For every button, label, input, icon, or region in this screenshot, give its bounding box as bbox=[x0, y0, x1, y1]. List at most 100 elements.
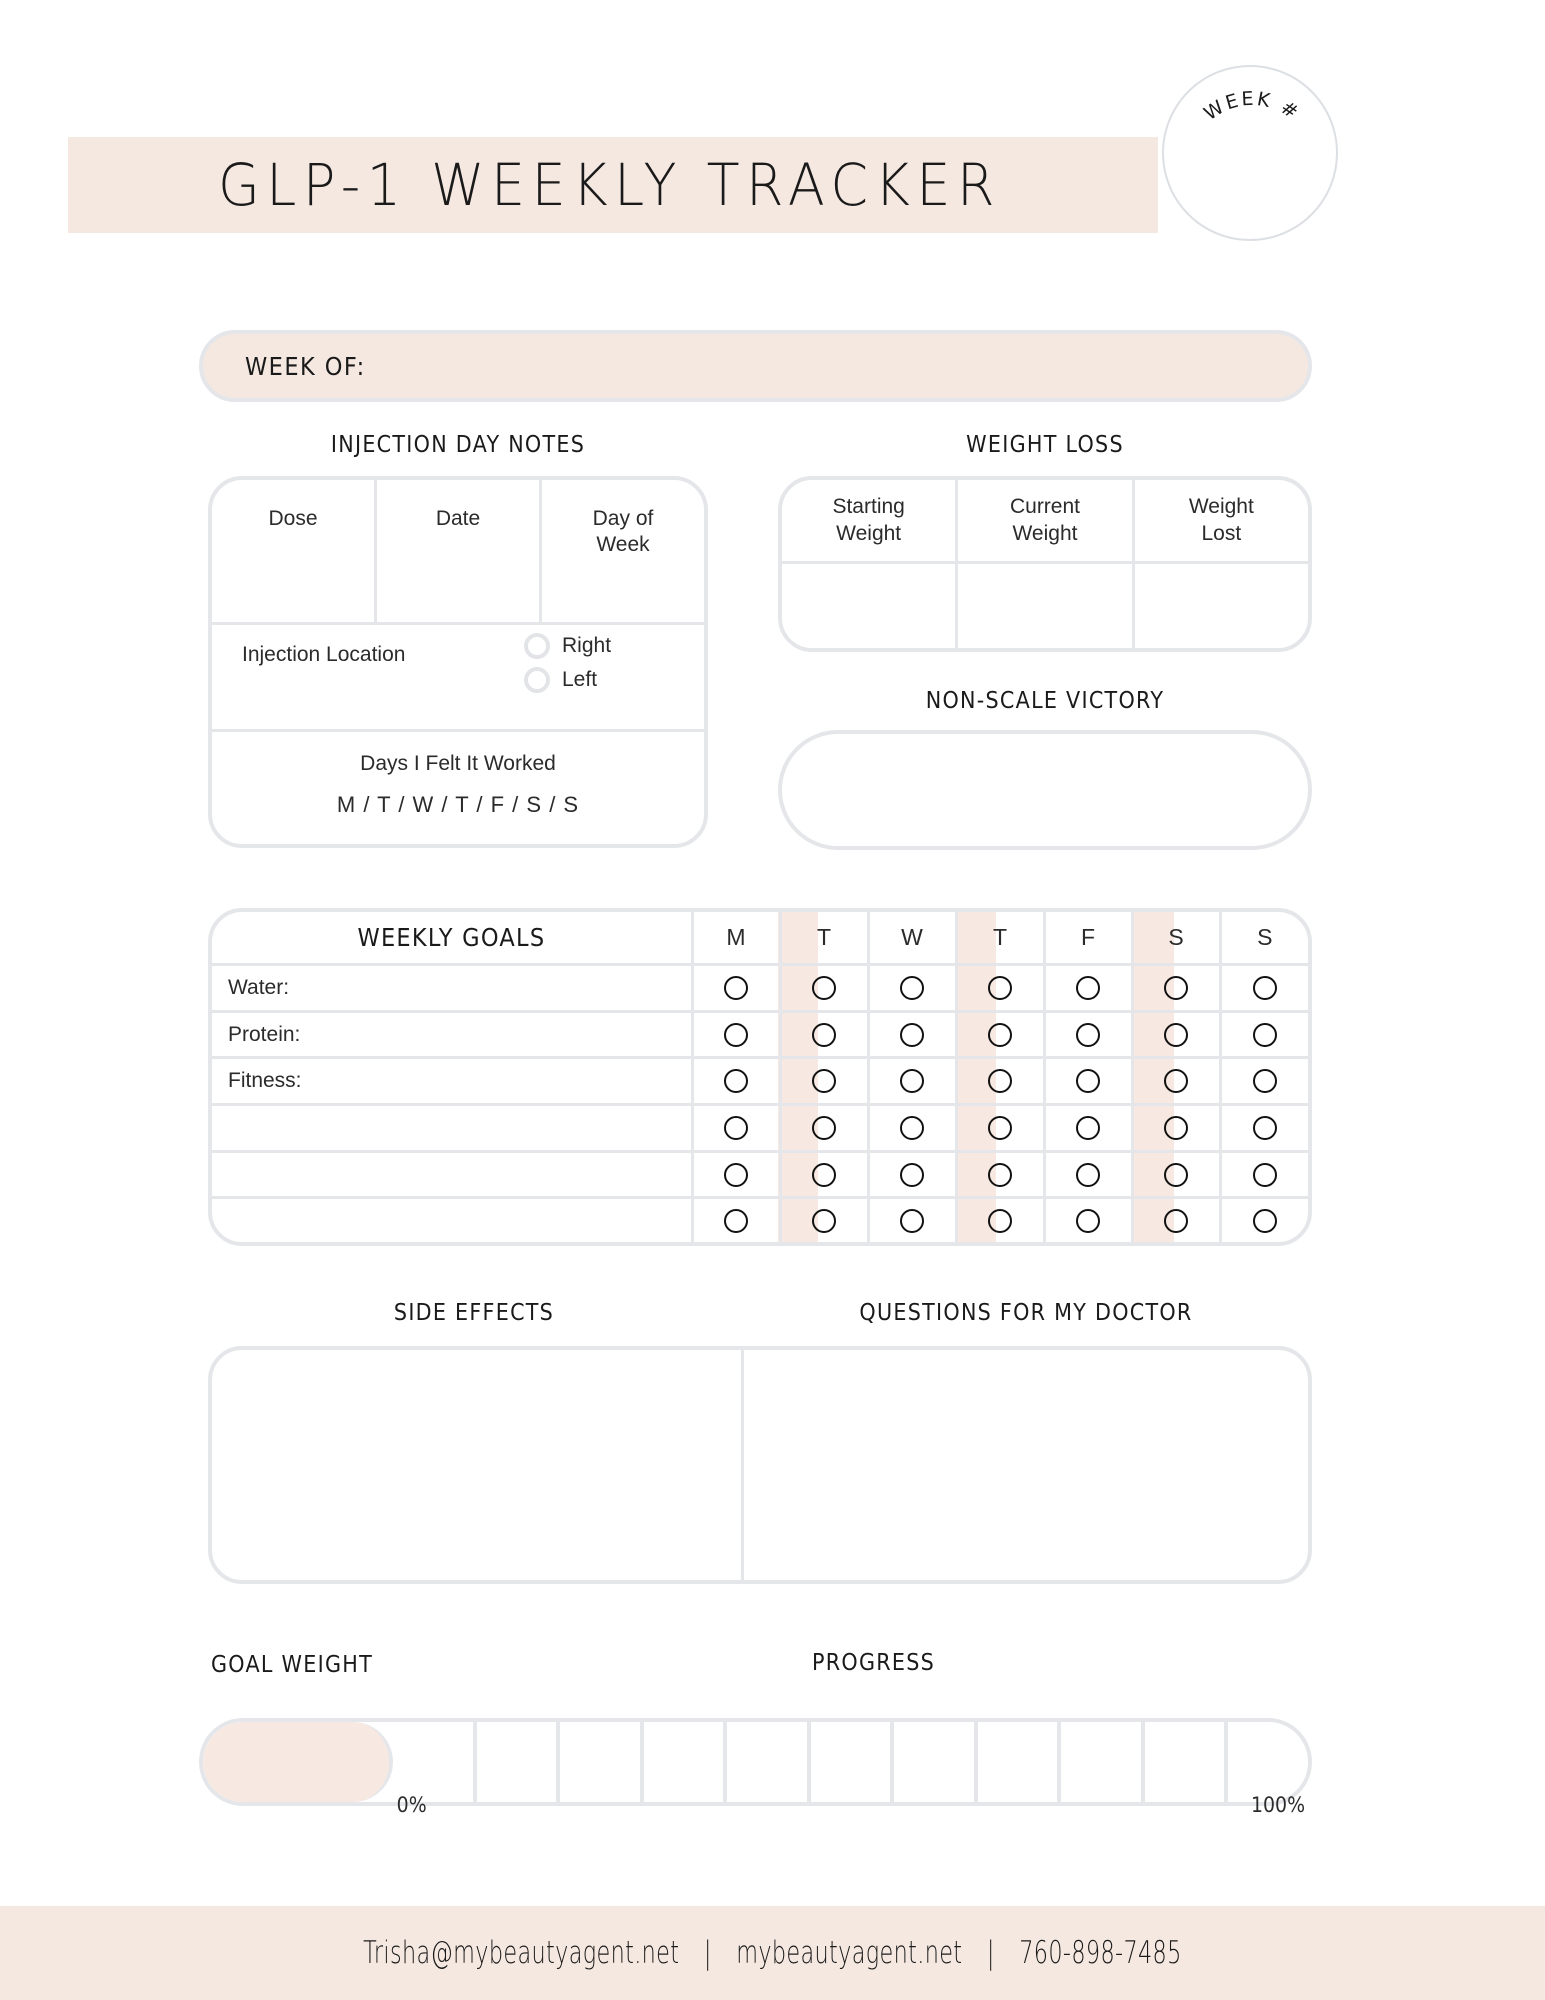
progress-segment[interactable] bbox=[1144, 1722, 1229, 1802]
goal-name-cell[interactable]: Fitness: bbox=[212, 1057, 694, 1107]
circle-checkbox-icon[interactable] bbox=[1164, 1208, 1188, 1233]
days-it-worked-row[interactable]: Days I Felt It Worked M / T / W / T / F … bbox=[212, 732, 704, 842]
side-effects-input[interactable] bbox=[212, 1350, 744, 1580]
goal-name-cell[interactable]: Water: bbox=[212, 964, 694, 1013]
goal-checkbox-cell[interactable] bbox=[1220, 1151, 1308, 1200]
goal-checkbox-cell[interactable] bbox=[780, 964, 870, 1013]
goal-checkbox-cell[interactable] bbox=[868, 1151, 958, 1200]
circle-checkbox-icon[interactable] bbox=[1164, 1162, 1188, 1187]
goal-checkbox-cell[interactable] bbox=[780, 1057, 870, 1107]
circle-checkbox-icon[interactable] bbox=[724, 1022, 748, 1047]
goal-checkbox-cell[interactable] bbox=[956, 964, 1046, 1013]
circle-checkbox-icon[interactable] bbox=[988, 1208, 1012, 1233]
non-scale-victory-input[interactable] bbox=[778, 730, 1312, 850]
injection-side-option-left[interactable]: Left bbox=[524, 667, 611, 693]
circle-checkbox-icon[interactable] bbox=[812, 1069, 836, 1094]
goal-checkbox-cell[interactable] bbox=[956, 1151, 1046, 1200]
circle-checkbox-icon[interactable] bbox=[1076, 1115, 1100, 1140]
goal-checkbox-cell[interactable] bbox=[1220, 1198, 1308, 1242]
goal-checkbox-cell[interactable] bbox=[1044, 1104, 1134, 1153]
progress-segment[interactable] bbox=[476, 1722, 561, 1802]
goal-checkbox-cell[interactable] bbox=[1132, 1104, 1222, 1153]
circle-checkbox-icon[interactable] bbox=[724, 976, 748, 1000]
goal-checkbox-cell[interactable] bbox=[956, 1011, 1046, 1060]
questions-for-doctor-input[interactable] bbox=[744, 1350, 1308, 1580]
circle-checkbox-icon[interactable] bbox=[900, 1208, 924, 1233]
radio-circle-icon[interactable] bbox=[524, 667, 550, 693]
progress-segment[interactable] bbox=[977, 1722, 1062, 1802]
footer-email[interactable]: Trisha@mybeautyagent.net bbox=[363, 1935, 679, 1971]
circle-checkbox-icon[interactable] bbox=[724, 1208, 748, 1233]
circle-checkbox-icon[interactable] bbox=[900, 1115, 924, 1140]
circle-checkbox-icon[interactable] bbox=[1076, 1162, 1100, 1187]
circle-checkbox-icon[interactable] bbox=[812, 1162, 836, 1187]
goal-checkbox-cell[interactable] bbox=[1220, 1104, 1308, 1153]
circle-checkbox-icon[interactable] bbox=[900, 1022, 924, 1047]
weight-lost-input[interactable] bbox=[1135, 564, 1308, 648]
goal-checkbox-cell[interactable] bbox=[1044, 1057, 1134, 1107]
goal-checkbox-cell[interactable] bbox=[956, 1057, 1046, 1107]
progress-segment[interactable] bbox=[810, 1722, 895, 1802]
circle-checkbox-icon[interactable] bbox=[900, 976, 924, 1000]
goal-checkbox-cell[interactable] bbox=[1132, 1197, 1222, 1242]
goal-checkbox-cell[interactable] bbox=[692, 1197, 782, 1242]
week-of-field[interactable]: WEEK OF: bbox=[199, 330, 1312, 402]
circle-checkbox-icon[interactable] bbox=[1164, 1022, 1188, 1047]
goal-checkbox-cell[interactable] bbox=[868, 964, 958, 1013]
circle-checkbox-icon[interactable] bbox=[1164, 976, 1188, 1000]
injection-date-cell[interactable]: Date bbox=[377, 480, 542, 622]
circle-checkbox-icon[interactable] bbox=[1252, 1162, 1277, 1187]
circle-checkbox-icon[interactable] bbox=[1076, 1022, 1100, 1047]
circle-checkbox-icon[interactable] bbox=[1252, 1022, 1277, 1047]
footer-website[interactable]: mybeautyagent.net bbox=[736, 1935, 962, 1971]
goal-checkbox-cell[interactable] bbox=[692, 1151, 782, 1200]
goal-name-cell[interactable]: Protein: bbox=[212, 1011, 694, 1060]
circle-checkbox-icon[interactable] bbox=[1164, 1115, 1188, 1140]
goal-checkbox-cell[interactable] bbox=[956, 1197, 1046, 1242]
progress-segment[interactable] bbox=[1228, 1722, 1308, 1802]
goal-checkbox-cell[interactable] bbox=[780, 1151, 870, 1200]
days-it-worked-values[interactable]: M / T / W / T / F / S / S bbox=[212, 792, 704, 818]
goal-checkbox-cell[interactable] bbox=[868, 1057, 958, 1107]
goal-checkbox-cell[interactable] bbox=[1044, 964, 1134, 1013]
goal-checkbox-cell[interactable] bbox=[692, 1057, 782, 1107]
goal-checkbox-cell[interactable] bbox=[868, 1104, 958, 1153]
circle-checkbox-icon[interactable] bbox=[900, 1162, 924, 1187]
goal-checkbox-cell[interactable] bbox=[780, 1011, 870, 1060]
circle-checkbox-icon[interactable] bbox=[988, 1162, 1012, 1187]
injection-day-of-week-cell[interactable]: Day of Week bbox=[542, 480, 704, 622]
circle-checkbox-icon[interactable] bbox=[1076, 1069, 1100, 1094]
goal-name-cell[interactable] bbox=[212, 1104, 694, 1153]
goal-name-cell[interactable] bbox=[212, 1151, 694, 1200]
goal-checkbox-cell[interactable] bbox=[1220, 1011, 1308, 1060]
goal-name-cell[interactable] bbox=[212, 1197, 694, 1242]
goal-checkbox-cell[interactable] bbox=[780, 1197, 870, 1242]
circle-checkbox-icon[interactable] bbox=[1252, 976, 1277, 1000]
circle-checkbox-icon[interactable] bbox=[1252, 1069, 1277, 1094]
progress-segment[interactable] bbox=[894, 1722, 978, 1802]
current-weight-input[interactable] bbox=[958, 564, 1135, 648]
goal-checkbox-cell[interactable] bbox=[868, 1011, 958, 1060]
circle-checkbox-icon[interactable] bbox=[724, 1162, 748, 1187]
circle-checkbox-icon[interactable] bbox=[988, 1022, 1012, 1047]
circle-checkbox-icon[interactable] bbox=[1252, 1115, 1277, 1140]
goal-checkbox-cell[interactable] bbox=[1044, 1197, 1134, 1242]
goal-checkbox-cell[interactable] bbox=[956, 1104, 1046, 1153]
goal-checkbox-cell[interactable] bbox=[868, 1197, 958, 1242]
goal-checkbox-cell[interactable] bbox=[1132, 1057, 1222, 1107]
week-number-badge[interactable]: WEEK # bbox=[1162, 65, 1338, 241]
goal-checkbox-cell[interactable] bbox=[1132, 1011, 1222, 1060]
circle-checkbox-icon[interactable] bbox=[900, 1069, 924, 1094]
circle-checkbox-icon[interactable] bbox=[1164, 1069, 1188, 1094]
starting-weight-input[interactable] bbox=[782, 564, 959, 648]
goal-checkbox-cell[interactable] bbox=[1220, 1057, 1308, 1107]
circle-checkbox-icon[interactable] bbox=[1252, 1208, 1277, 1233]
injection-dose-cell[interactable]: Dose bbox=[212, 480, 377, 622]
circle-checkbox-icon[interactable] bbox=[1076, 1208, 1100, 1233]
circle-checkbox-icon[interactable] bbox=[812, 1208, 836, 1233]
progress-segment[interactable] bbox=[1061, 1722, 1145, 1802]
footer-phone[interactable]: 760-898-7485 bbox=[1019, 1935, 1181, 1971]
circle-checkbox-icon[interactable] bbox=[724, 1115, 748, 1140]
circle-checkbox-icon[interactable] bbox=[812, 976, 836, 1000]
circle-checkbox-icon[interactable] bbox=[1076, 976, 1100, 1000]
